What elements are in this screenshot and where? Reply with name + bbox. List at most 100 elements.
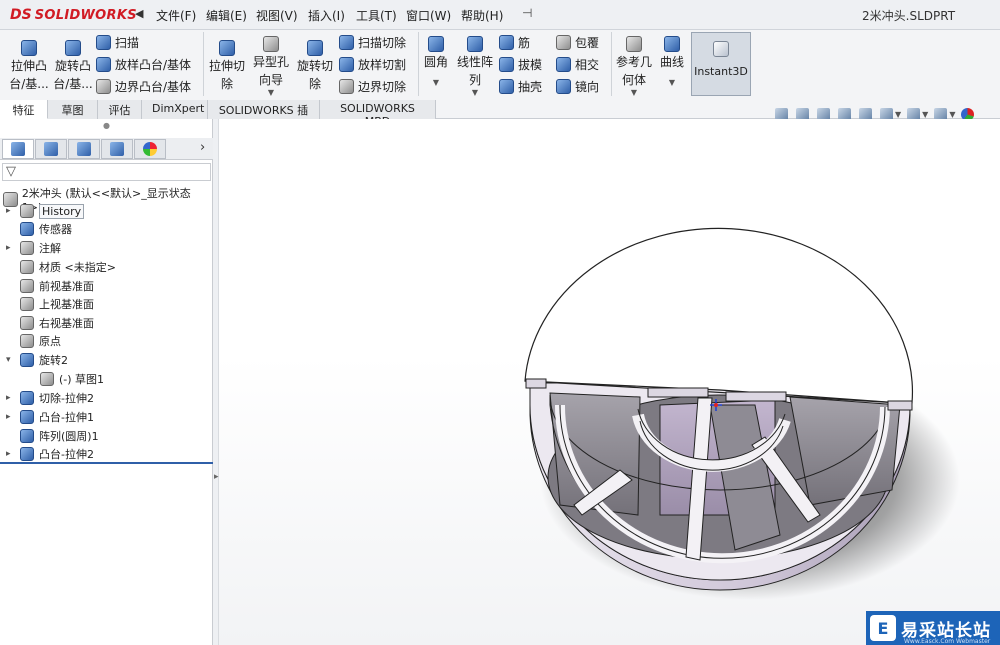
menu-collapse-icon[interactable]: ◀ [135,7,143,20]
tree-item-origin[interactable]: 原点 [20,332,61,350]
3d-model[interactable] [520,215,960,605]
linear-pattern-button[interactable]: 线性阵 列 ▼ [453,36,497,97]
tab-evaluate[interactable]: 评估 [98,100,142,119]
curves-button[interactable]: 曲线 ▼ [656,36,688,87]
instant3d-button[interactable]: Instant3D [691,32,751,96]
view-orientation-dropdown-icon[interactable]: ▼ [895,110,901,119]
tree-item-annotations[interactable]: 注解 [20,239,61,257]
sensor-icon [20,222,34,236]
hole-wizard-button[interactable]: 异型孔 向导 ▼ [249,36,293,97]
hide-show-dropdown-icon[interactable]: ▼ [949,110,955,119]
dimxpert-manager-tab[interactable] [101,139,133,159]
rollback-bar[interactable] [0,462,213,464]
sketch-icon [40,372,54,386]
reference-geometry-dropdown-icon[interactable]: ▼ [613,89,655,97]
mirror-button[interactable]: 镜向 [556,76,599,96]
revolve-boss-button[interactable]: 旋转凸 台/基... [52,40,94,93]
tree-item-label: 材质 <未指定> [39,261,116,274]
color-wheel-icon [143,142,157,156]
sweep-button[interactable]: 扫描 [96,32,139,52]
feature-manager-tab[interactable] [2,139,34,159]
boundary-boss-button[interactable]: 边界凸台/基体 [96,76,191,96]
extrude-cut-label-1: 拉伸切 [208,59,245,73]
part-icon [3,192,18,207]
tree-item-front-plane[interactable]: 前视基准面 [20,277,94,295]
loft-boss-label: 放样凸台/基体 [115,57,192,72]
tab-sketch[interactable]: 草图 [48,100,98,119]
instant3d-icon [713,41,729,57]
tree-item-revolve2[interactable]: 旋转2 [20,351,68,369]
configuration-manager-icon [77,142,91,156]
revolve-cut-button[interactable]: 旋转切 除 [294,40,336,93]
boundary-cut-label: 边界切除 [358,79,407,94]
intersect-button[interactable]: 相交 [556,54,599,74]
menu-tools[interactable]: 工具(T) [356,7,397,24]
feature-manager-panel: ● › ▽ 2米冲头 (默认<<默认>_显示状态 1>) ▸ History 传… [0,119,213,645]
reference-geometry-button[interactable]: 参考几 何体 ▼ [613,36,655,97]
wrap-label: 包覆 [575,35,600,50]
tree-item-boss-extrude1[interactable]: 凸台-拉伸1 [20,408,94,426]
tab-dimxpert[interactable]: DimXpert [142,100,208,119]
loft-cut-button[interactable]: 放样切割 [339,54,406,74]
tree-item-sketch1[interactable]: (-) 草图1 [40,370,104,388]
rib-button[interactable]: 筋 [499,32,530,52]
configuration-manager-tab[interactable] [68,139,100,159]
linear-pattern-dropdown-icon[interactable]: ▼ [453,89,497,97]
watermark-subtext: Www.Easck.Com Webmaster [904,638,991,645]
tree-item-circular-pattern1[interactable]: 阵列(圆周)1 [20,427,99,445]
tree-item-history[interactable]: History [20,202,85,220]
extrude-boss-button[interactable]: 拉伸凸 台/基... [6,40,52,93]
revolve-boss-label-1: 旋转凸 [54,59,91,73]
tree-item-cut-extrude2[interactable]: 切除-拉伸2 [20,389,94,407]
shell-button[interactable]: 抽壳 [499,76,542,96]
tab-addins[interactable]: SOLIDWORKS 插件 [208,100,320,133]
menu-window[interactable]: 窗口(W) [406,7,451,24]
expand-cut-extrude-icon[interactable]: ▸ [6,393,11,403]
menu-view[interactable]: 视图(V) [256,7,298,24]
fillet-dropdown-icon[interactable]: ▼ [421,79,451,87]
filter-icon: ▽ [6,164,16,179]
material-icon [20,260,34,274]
tree-filter-input[interactable]: ▽ [2,163,211,181]
tab-features[interactable]: 特征 [0,100,48,119]
panel-next-icon[interactable]: › [200,140,205,155]
shell-label: 抽壳 [518,79,543,94]
menu-edit[interactable]: 编辑(E) [206,7,247,24]
hole-wizard-dropdown-icon[interactable]: ▼ [249,89,293,97]
curves-dropdown-icon[interactable]: ▼ [656,79,688,87]
tree-item-top-plane[interactable]: 上视基准面 [20,295,94,313]
solidworks-logo[interactable]: DS SOLIDWORKS [10,6,137,24]
wrap-button[interactable]: 包覆 [556,32,599,52]
tree-item-material[interactable]: 材质 <未指定> [20,258,116,276]
tree-item-boss-extrude2[interactable]: 凸台-拉伸2 [20,445,94,463]
rib-icon [499,34,514,50]
circular-pattern-icon [20,429,34,443]
property-manager-tab[interactable] [35,139,67,159]
menu-insert[interactable]: 插入(I) [308,7,345,24]
menu-file[interactable]: 文件(F) [156,7,196,24]
sweep-label: 扫描 [115,35,140,50]
draft-button[interactable]: 拔模 [499,54,542,74]
watermark-text: 易采站长站 [901,620,991,641]
tree-item-right-plane[interactable]: 右视基准面 [20,314,94,332]
pin-icon[interactable]: ⊣ [522,6,532,20]
expand-boss-extrude2-icon[interactable]: ▸ [6,449,11,459]
boundary-cut-button[interactable]: 边界切除 [339,76,406,96]
collapse-revolve-icon[interactable]: ▾ [6,355,11,365]
sweep-cut-button[interactable]: 扫描切除 [339,32,406,52]
expand-annotations-icon[interactable]: ▸ [6,243,11,253]
menu-help[interactable]: 帮助(H) [461,7,503,24]
tab-mbd[interactable]: SOLIDWORKS MBD [320,100,436,128]
revolve-boss-icon [65,40,81,56]
expand-boss-extrude1-icon[interactable]: ▸ [6,412,11,422]
panel-grip-icon[interactable]: ● [103,121,110,130]
expand-history-icon[interactable]: ▸ [6,206,11,216]
display-style-dropdown-icon[interactable]: ▼ [922,110,928,119]
loft-boss-button[interactable]: 放样凸台/基体 [96,54,191,74]
display-manager-tab[interactable] [134,139,166,159]
sweep-icon [96,34,111,50]
fillet-button[interactable]: 圆角 ▼ [421,36,451,87]
splitter-arrow-icon[interactable]: ▸ [214,472,219,482]
extrude-cut-button[interactable]: 拉伸切 除 [206,40,248,93]
tree-item-sensors[interactable]: 传感器 [20,220,72,238]
